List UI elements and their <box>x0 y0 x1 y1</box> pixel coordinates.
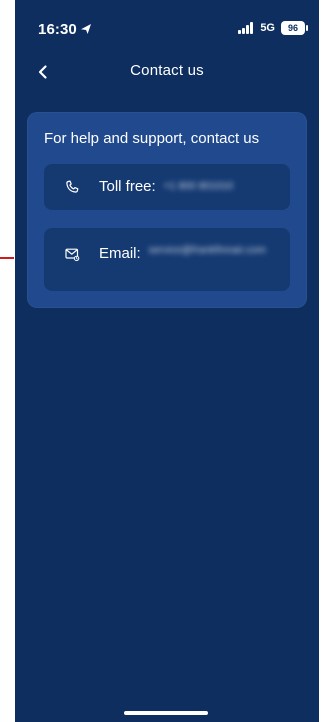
toll-free-value[interactable]: +1 800 801010 <box>164 181 234 193</box>
page: 16:30 5G 96 Contact us For help and supp… <box>0 0 334 722</box>
home-indicator <box>124 711 208 715</box>
toll-free-row[interactable]: Toll free: +1 800 801010 <box>44 164 290 210</box>
contact-card: For help and support, contact us Toll fr… <box>27 112 307 308</box>
edge-marker <box>0 257 14 259</box>
signal-icon <box>238 22 254 34</box>
status-indicators: 5G 96 <box>238 20 308 36</box>
location-arrow-icon <box>81 24 91 34</box>
status-time: 16:30 <box>38 21 77 38</box>
page-title: Contact us <box>130 62 204 79</box>
network-type: 5G <box>260 21 275 34</box>
app-screen: 16:30 5G 96 Contact us For help and supp… <box>15 0 319 722</box>
email-row[interactable]: Email: service@frankfinnair.com <box>44 228 290 291</box>
phone-icon <box>63 178 81 196</box>
status-bar: 16:30 5G 96 <box>15 0 319 44</box>
contact-card-title: For help and support, contact us <box>44 130 260 147</box>
email-value[interactable]: service@frankfinnair.com <box>149 245 266 258</box>
email-label: Email: <box>99 245 141 262</box>
email-icon <box>63 245 81 263</box>
toll-free-label: Toll free: <box>99 178 156 195</box>
battery-level: 96 <box>287 23 298 33</box>
nav-bar: Contact us <box>15 50 319 94</box>
battery-badge: 96 <box>281 21 308 35</box>
